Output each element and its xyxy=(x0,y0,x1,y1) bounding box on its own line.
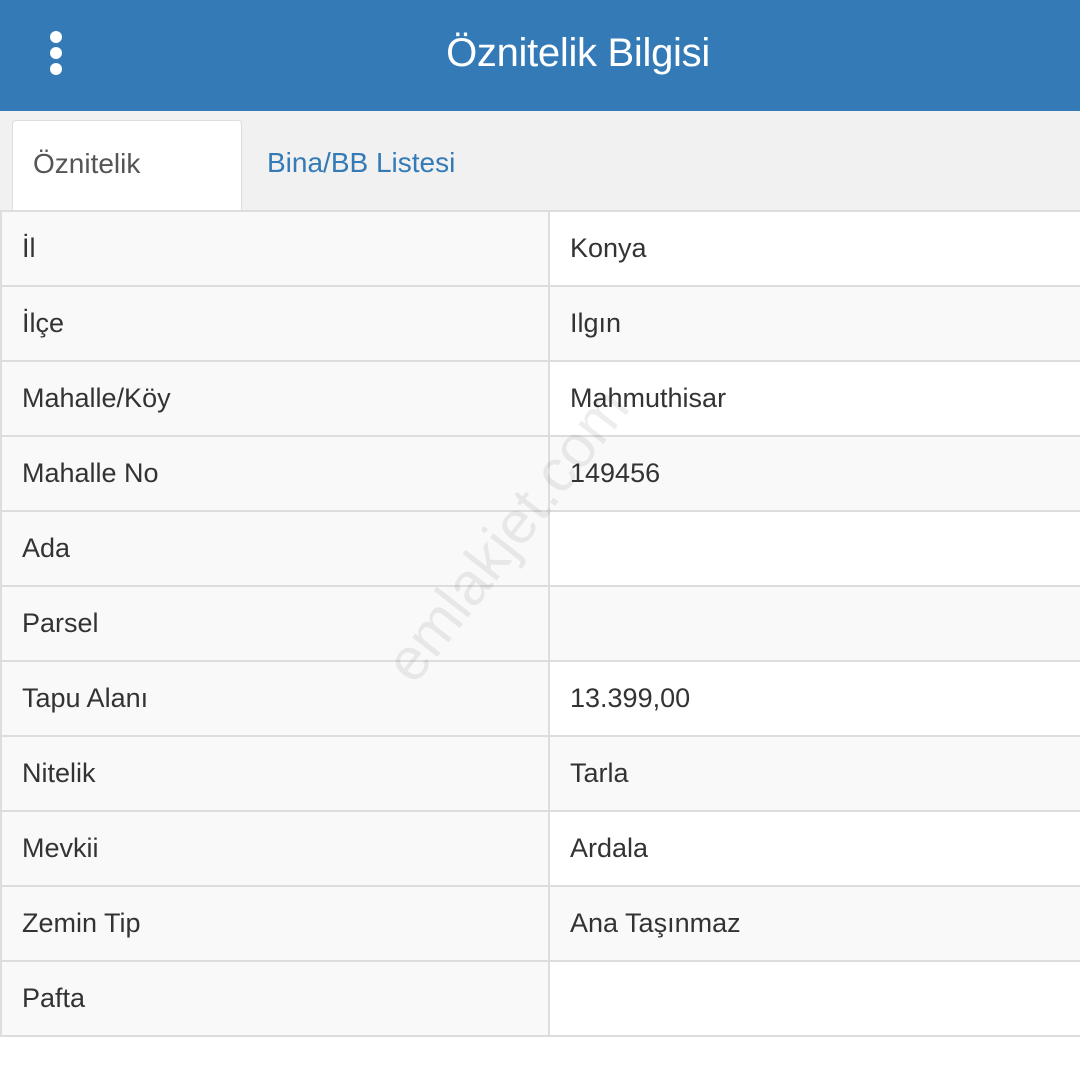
attribute-table: İl Konya İlçe Ilgın Mahalle/Köy Mahmuthi… xyxy=(0,210,1080,1080)
row-value: Mahmuthisar xyxy=(548,360,1080,437)
row-label: Nitelik xyxy=(0,735,550,812)
row-value: Ardala xyxy=(548,810,1080,887)
row-label: Mahalle/Köy xyxy=(0,360,550,437)
attribute-info-screen: Öznitelik Bilgisi Öznitelik Bilgisi Bina… xyxy=(0,0,1080,1080)
table-row: Pafta xyxy=(0,960,1080,1037)
row-label: Mevkii xyxy=(0,810,550,887)
row-label: Mahalle No xyxy=(0,435,550,512)
table-row: İlçe Ilgın xyxy=(0,285,1080,362)
row-value xyxy=(548,585,1080,662)
tab-attribute-info[interactable]: Öznitelik Bilgisi xyxy=(12,120,242,265)
table-row: Tapu Alanı 13.399,00 xyxy=(0,660,1080,737)
row-label: Tapu Alanı xyxy=(0,660,550,737)
row-value: Ilgın xyxy=(548,285,1080,362)
table-row: Nitelik Tarla xyxy=(0,735,1080,812)
row-label: Zemin Tip xyxy=(0,885,550,962)
table-row: Mahalle/Köy Mahmuthisar xyxy=(0,360,1080,437)
row-value: Ana Taşınmaz xyxy=(548,885,1080,962)
row-value: 149456 xyxy=(548,435,1080,512)
table-row: Zemin Tip Ana Taşınmaz xyxy=(0,885,1080,962)
row-label: İl xyxy=(0,210,550,287)
row-label: Pafta xyxy=(0,960,550,1037)
table-row: Ada xyxy=(0,510,1080,587)
row-label: Ada xyxy=(0,510,550,587)
row-value xyxy=(548,960,1080,1037)
page-title: Öznitelik Bilgisi xyxy=(446,31,710,75)
row-value xyxy=(548,510,1080,587)
table-row: Mahalle No 149456 xyxy=(0,435,1080,512)
app-header: Öznitelik Bilgisi xyxy=(0,0,1080,111)
table-row: Parsel xyxy=(0,585,1080,662)
row-label: İlçe xyxy=(0,285,550,362)
row-value: 13.399,00 xyxy=(548,660,1080,737)
row-label: Parsel xyxy=(0,585,550,662)
table-row: Mevkii Ardala xyxy=(0,810,1080,887)
tab-bar: Öznitelik Bilgisi Bina/BB Listesi xyxy=(0,111,1080,265)
table-row: İl Konya xyxy=(0,210,1080,287)
row-value: Tarla xyxy=(548,735,1080,812)
row-value: Konya xyxy=(548,210,1080,287)
tab-building-list[interactable]: Bina/BB Listesi xyxy=(247,120,475,211)
